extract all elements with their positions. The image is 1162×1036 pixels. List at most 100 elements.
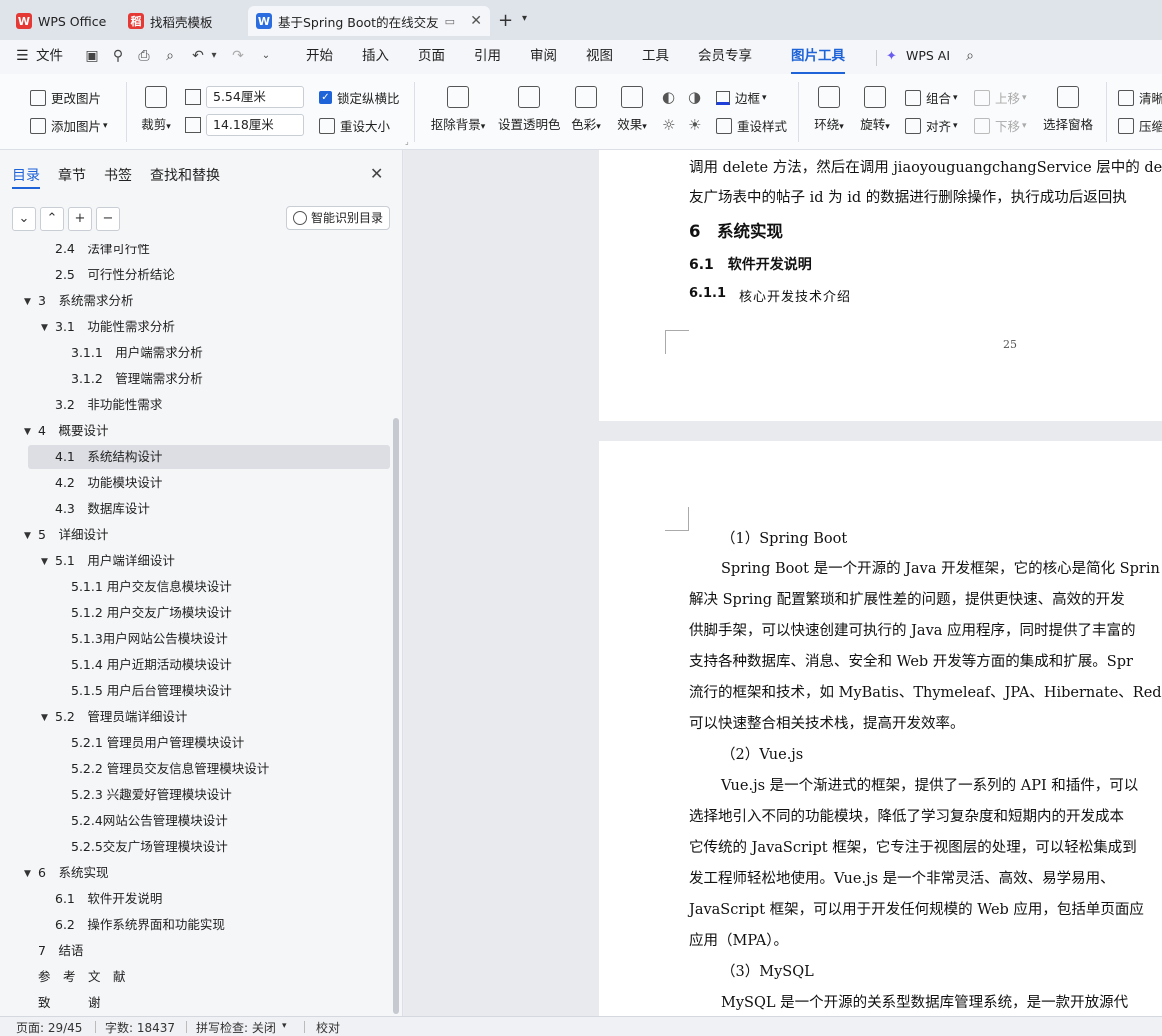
tab-chapter[interactable]: 章节	[58, 165, 86, 185]
toc-item[interactable]: 3.1.1 用户端需求分析	[71, 340, 203, 366]
toc-item[interactable]: 5.1.2 用户交友广场模块设计	[71, 600, 232, 626]
tab-toc[interactable]: 目录	[12, 165, 40, 185]
menu-file[interactable]: 文件	[36, 40, 63, 74]
link-icon[interactable]: ⚲	[110, 48, 126, 64]
set-transparent-button[interactable]: 设置透明色	[498, 86, 561, 133]
page-indicator[interactable]: 页面: 29/45	[16, 1019, 82, 1036]
tab-bookmark[interactable]: 书签	[104, 165, 132, 185]
resize-button[interactable]: 重设大小	[319, 116, 390, 135]
toc-item[interactable]: 5.2.4网站公告管理模块设计	[71, 808, 228, 834]
toc-item[interactable]: 3.2 非功能性需求	[55, 392, 162, 418]
chevron-down-icon[interactable]: ▾	[206, 48, 222, 64]
toc-item[interactable]: 6.1 软件开发说明	[55, 886, 162, 912]
toc-item[interactable]: 4.3 数据库设计	[55, 496, 150, 522]
collapse-triangle-icon[interactable]: ▼	[41, 713, 48, 723]
toc-item[interactable]: 2.5 可行性分析结论	[55, 262, 175, 288]
move-down-button[interactable]: 下移 ▾	[974, 116, 1027, 135]
crop-button[interactable]: 裁剪▾	[138, 86, 174, 133]
collapse-triangle-icon[interactable]: ▼	[24, 531, 31, 541]
chevron-down-icon[interactable]: ⌄	[258, 48, 274, 64]
tab-find-replace[interactable]: 查找和替换	[150, 165, 220, 185]
toc-item[interactable]: 5.1.1 用户交友信息模块设计	[71, 574, 232, 600]
hamburger-icon[interactable]: ☰	[16, 49, 29, 63]
toc-item[interactable]: 5.2.1 管理员用户管理模块设计	[71, 730, 244, 756]
print-preview-icon[interactable]: ⌕	[162, 48, 178, 64]
redo-icon[interactable]: ↷	[230, 48, 246, 64]
window-restore-icon[interactable]: ▭	[445, 15, 455, 28]
border-button[interactable]: 边框 ▾	[716, 88, 767, 107]
brightness-up-icon[interactable]: ◐	[662, 88, 675, 106]
chevron-down-icon[interactable]: ▾	[522, 13, 527, 24]
menu-tools[interactable]: 工具	[642, 40, 669, 74]
toc-item[interactable]: 6.2 操作系统界面和功能实现	[55, 912, 225, 938]
color-button[interactable]: 色彩▾	[568, 86, 604, 133]
toc-item[interactable]: 6 系统实现	[38, 860, 108, 886]
clear-button[interactable]: 清晰	[1118, 88, 1162, 107]
spell-check-status[interactable]: 拼写检查: 关闭	[196, 1019, 276, 1036]
close-icon[interactable]: ✕	[470, 13, 482, 29]
toc-item[interactable]: 5.2 管理员端详细设计	[55, 704, 187, 730]
sun-icon[interactable]: ☀	[688, 116, 701, 134]
undo-icon[interactable]: ↶	[190, 48, 206, 64]
move-up-button[interactable]: 上移 ▾	[974, 88, 1027, 107]
toc-item[interactable]: 2.4 法律可行性	[55, 244, 150, 262]
menu-reference[interactable]: 引用	[474, 40, 501, 74]
rotate-button[interactable]: 旋转▾	[854, 86, 896, 133]
wps-ai-icon[interactable]: ✦	[886, 49, 897, 64]
group-button[interactable]: 组合 ▾	[905, 88, 958, 107]
change-image-button[interactable]: 更改图片	[30, 88, 101, 107]
toc-item[interactable]: 3.1 功能性需求分析	[55, 314, 175, 340]
remove-background-button[interactable]: 抠除背景▾	[428, 86, 488, 133]
menu-picture-tools[interactable]: 图片工具	[791, 40, 845, 74]
width-input[interactable]: 5.54厘米	[206, 86, 304, 108]
contrast-icon[interactable]: ◑	[688, 88, 701, 106]
print-icon[interactable]: ⎙	[136, 48, 152, 64]
collapse-triangle-icon[interactable]: ▼	[41, 557, 48, 567]
toc-item[interactable]: 致 谢	[38, 990, 101, 1016]
collapse-triangle-icon[interactable]: ▼	[41, 323, 48, 333]
brightness-down-icon[interactable]: ☼	[662, 116, 675, 134]
toc-item[interactable]: 3 系统需求分析	[38, 288, 133, 314]
compress-button[interactable]: 压缩	[1118, 116, 1162, 135]
reset-style-button[interactable]: 重设样式	[716, 116, 787, 135]
chevron-down-icon[interactable]: ▾	[282, 1021, 287, 1031]
wrap-button[interactable]: 环绕▾	[808, 86, 850, 133]
toc-item[interactable]: 5.2.5交友广场管理模块设计	[71, 834, 228, 860]
save-icon[interactable]: ▣	[84, 48, 100, 64]
menu-member[interactable]: 会员专享	[698, 40, 752, 74]
lock-ratio-checkbox[interactable]: ✓ 锁定纵横比	[319, 88, 400, 107]
menu-view[interactable]: 视图	[586, 40, 613, 74]
toc-item[interactable]: 5 详细设计	[38, 522, 108, 548]
word-count[interactable]: 字数: 18437	[105, 1019, 175, 1036]
expand-all-button[interactable]: ⌄	[12, 207, 36, 231]
close-icon[interactable]: ✕	[370, 164, 383, 183]
toc-item[interactable]: 5.2.3 兴趣爱好管理模块设计	[71, 782, 232, 808]
toc-item[interactable]: 5.1.4 用户近期活动模块设计	[71, 652, 232, 678]
select-pane-button[interactable]: 选择窗格	[1042, 86, 1094, 133]
toc-item[interactable]: 5.1.5 用户后台管理模块设计	[71, 678, 232, 704]
toc-item[interactable]: 参 考 文 献	[38, 964, 126, 990]
toc-item[interactable]: 5.2.2 管理员交友信息管理模块设计	[71, 756, 269, 782]
scrollbar-thumb[interactable]	[393, 418, 399, 1014]
menu-insert[interactable]: 插入	[362, 40, 389, 74]
height-input[interactable]: 14.18厘米	[206, 114, 304, 136]
toc-item[interactable]: 5.1 用户端详细设计	[55, 548, 175, 574]
add-heading-button[interactable]: +	[68, 207, 92, 231]
search-icon[interactable]: ⌕	[962, 48, 978, 64]
toc-item[interactable]: 4 概要设计	[38, 418, 108, 444]
menu-page[interactable]: 页面	[418, 40, 445, 74]
tab-docer[interactable]: 稻 找稻壳模板	[120, 6, 244, 36]
collapse-triangle-icon[interactable]: ▼	[24, 427, 31, 437]
new-tab-icon[interactable]: +	[498, 10, 513, 31]
tab-wps-office[interactable]: W WPS Office	[8, 6, 116, 36]
menu-review[interactable]: 审阅	[530, 40, 557, 74]
proofread-button[interactable]: 校对	[316, 1019, 340, 1036]
menu-home[interactable]: 开始	[306, 40, 333, 74]
toc-item[interactable]: 4.1 系统结构设计	[55, 444, 162, 470]
add-image-button[interactable]: 添加图片 ▾	[30, 116, 108, 135]
collapse-triangle-icon[interactable]: ▼	[24, 297, 31, 307]
tab-document[interactable]: W 基于Spring Boot的在线交友 ▭ ✕	[248, 6, 490, 36]
effect-button[interactable]: 效果▾	[614, 86, 650, 133]
menu-wps-ai[interactable]: WPS AI	[906, 40, 950, 74]
smart-toc-button[interactable]: 智能识别目录	[286, 206, 390, 230]
